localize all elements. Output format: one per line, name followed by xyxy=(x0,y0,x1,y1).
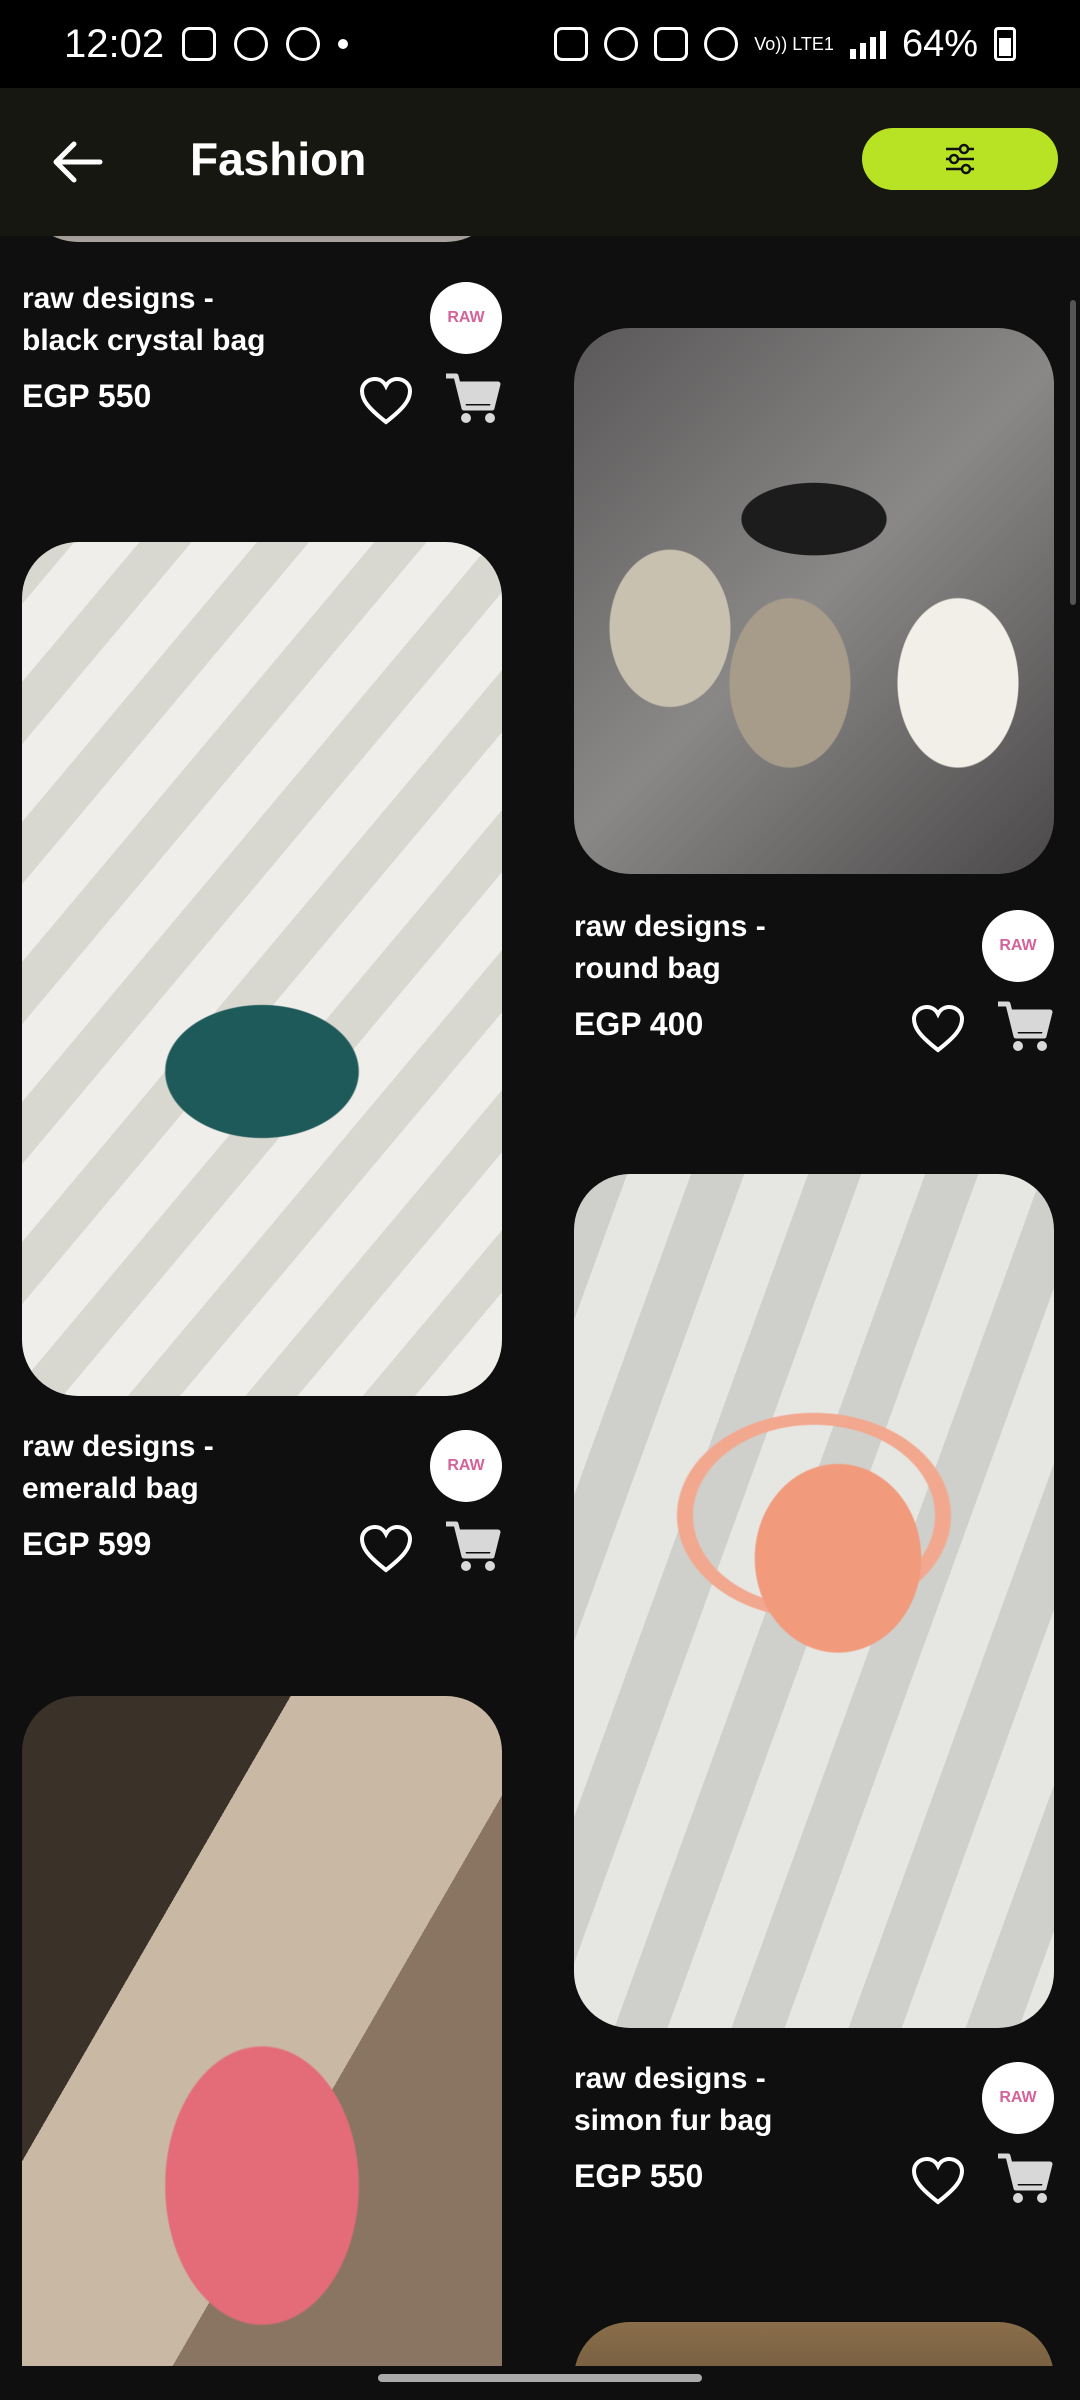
mute-icon xyxy=(654,27,689,61)
product-image[interactable] xyxy=(574,2322,1054,2366)
product-card[interactable] xyxy=(22,1696,502,2366)
product-image[interactable] xyxy=(22,1696,502,2366)
brand-logo[interactable]: RAW xyxy=(430,282,502,354)
page-title: Fashion xyxy=(190,133,367,185)
snapchat-icon xyxy=(286,27,321,61)
product-price: EGP 550 xyxy=(22,378,152,414)
sliders-icon xyxy=(946,143,974,175)
brand-logo[interactable]: RAW xyxy=(430,1430,502,1502)
signal-icon xyxy=(849,29,886,59)
product-name: raw designs - emerald bag xyxy=(22,1430,214,1505)
bluetooth-icon xyxy=(604,27,639,61)
product-name: raw designs - round bag xyxy=(574,910,766,985)
product-image[interactable] xyxy=(22,542,502,1396)
brand-logo[interactable]: RAW xyxy=(982,2062,1054,2134)
gallery-icon xyxy=(182,27,217,61)
product-name: raw designs - simon fur bag xyxy=(574,2062,773,2137)
brand-logo[interactable]: RAW xyxy=(982,910,1054,982)
more-notifications-icon xyxy=(338,39,349,49)
brand-logo-text: RAW xyxy=(447,309,485,326)
add-to-cart-icon[interactable] xyxy=(994,2148,1054,2208)
add-to-cart-icon[interactable] xyxy=(994,996,1054,1056)
wifi-icon xyxy=(704,27,739,61)
favorite-heart-icon[interactable] xyxy=(358,374,414,430)
product-price: EGP 599 xyxy=(22,1526,152,1562)
network-type: Vo)) LTE1 xyxy=(754,34,834,54)
product-name: raw designs - black crystal bag xyxy=(22,282,266,357)
brand-logo-text: RAW xyxy=(999,937,1037,954)
status-bar: 12:02 Vo)) LTE1 64% xyxy=(0,0,1080,88)
favorite-heart-icon[interactable] xyxy=(358,1522,414,1578)
status-time: 12:02 xyxy=(64,21,165,66)
battery-icon xyxy=(994,27,1016,61)
product-card[interactable]: raw designs - simon fur bag RAW EGP 550 xyxy=(574,1174,1054,2274)
brand-logo-text: RAW xyxy=(999,2089,1037,2106)
product-price: EGP 400 xyxy=(574,1006,704,1042)
scrollbar[interactable] xyxy=(1070,300,1076,605)
product-image[interactable] xyxy=(22,236,502,242)
app-bar: Fashion xyxy=(0,88,1080,236)
product-image[interactable] xyxy=(574,1174,1054,2028)
product-card[interactable]: raw designs - round bag RAW EGP 400 xyxy=(574,328,1054,1088)
brand-logo-text: RAW xyxy=(447,1457,485,1474)
add-to-cart-icon[interactable] xyxy=(442,368,502,428)
product-grid[interactable]: raw designs - black crystal bag RAW EGP … xyxy=(0,236,1080,2366)
product-price: EGP 550 xyxy=(574,2158,704,2194)
add-to-cart-icon[interactable] xyxy=(442,1516,502,1576)
favorite-heart-icon[interactable] xyxy=(910,1002,966,1058)
product-card[interactable] xyxy=(574,2322,1054,2366)
battery-percent: 64% xyxy=(901,22,978,65)
back-arrow-icon[interactable] xyxy=(48,132,108,192)
gesture-nav-handle[interactable] xyxy=(378,2374,702,2382)
product-image[interactable] xyxy=(574,328,1054,874)
screenshot-icon xyxy=(554,27,589,61)
product-card[interactable]: raw designs - emerald bag RAW EGP 599 xyxy=(22,542,502,1642)
favorite-heart-icon[interactable] xyxy=(910,2154,966,2210)
filter-button[interactable] xyxy=(862,128,1058,190)
whatsapp-icon xyxy=(234,27,269,61)
